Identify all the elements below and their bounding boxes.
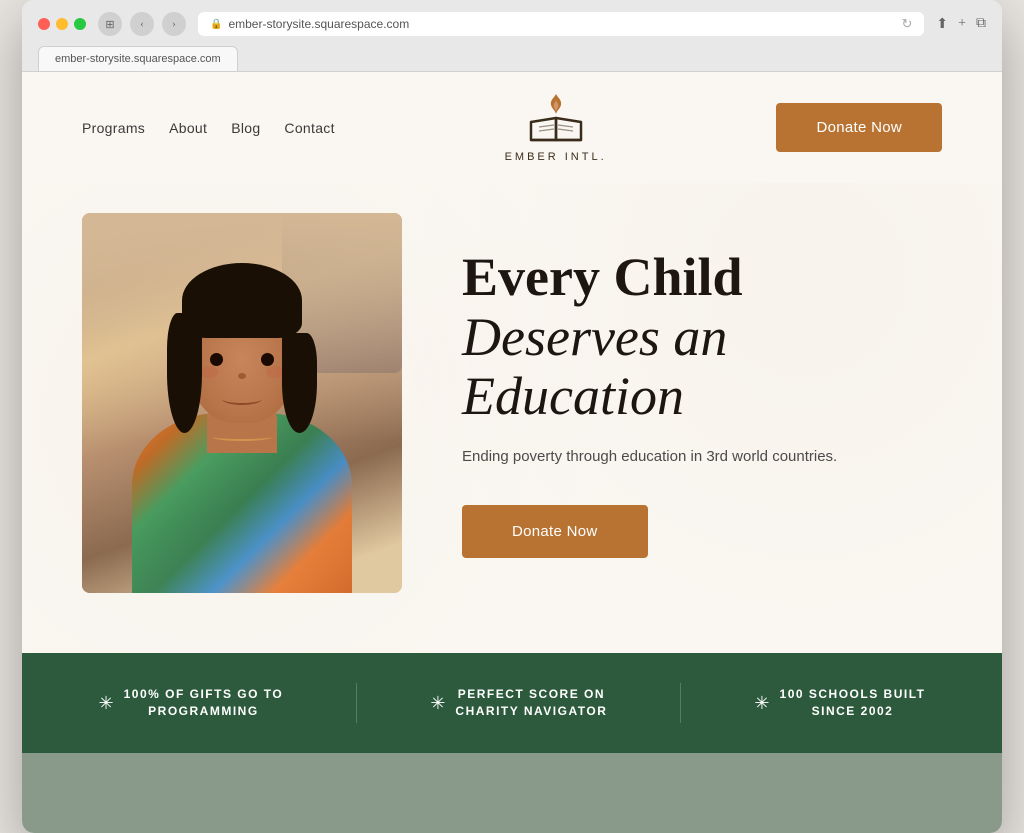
lock-icon: 🔒 xyxy=(210,19,222,30)
browser-chrome: ⊞ ‹ › 🔒 ember-storysite.squarespace.com … xyxy=(22,0,1002,72)
stat-icon-1: ✳ xyxy=(430,693,445,714)
maximize-dot[interactable] xyxy=(74,18,86,30)
reload-icon[interactable]: ↻ xyxy=(901,16,912,32)
minimize-dot[interactable] xyxy=(56,18,68,30)
header-donate-button[interactable]: Donate Now xyxy=(776,103,942,152)
hero-title-line2: Deserves an xyxy=(462,307,727,367)
stat-divider-2 xyxy=(680,683,681,723)
nav-about[interactable]: About xyxy=(169,120,207,136)
stat-text-0: 100% OF GIFTS GO TOPROGRAMMING xyxy=(124,686,284,720)
tab-bar: ember-storysite.squarespace.com xyxy=(38,46,986,71)
browser-actions: ⬆ + ⧉ xyxy=(936,16,986,33)
browser-window: ⊞ ‹ › 🔒 ember-storysite.squarespace.com … xyxy=(22,0,1002,833)
website-content: Programs About Blog Contact xyxy=(22,72,1002,833)
url-text: ember-storysite.squarespace.com xyxy=(228,17,409,31)
stat-item-2: ✳ 100 SCHOOLS BUILTSINCE 2002 xyxy=(754,686,925,720)
nav-blog[interactable]: Blog xyxy=(231,120,260,136)
stats-bar: ✳ 100% OF GIFTS GO TOPROGRAMMING ✳ PERFE… xyxy=(22,653,1002,753)
close-dot[interactable] xyxy=(38,18,50,30)
logo-text: EMBER INTL. xyxy=(505,151,607,163)
site-footer-preview xyxy=(22,753,1002,833)
browser-dots xyxy=(38,18,86,30)
address-bar[interactable]: 🔒 ember-storysite.squarespace.com ↻ xyxy=(198,12,924,36)
back-button[interactable]: ‹ xyxy=(130,12,154,36)
stat-text-1: PERFECT SCORE ONCHARITY NAVIGATOR xyxy=(455,686,607,720)
hero-title-line1: Every Child xyxy=(462,247,743,307)
hero-subtitle: Ending poverty through education in 3rd … xyxy=(462,446,942,469)
site-header: Programs About Blog Contact xyxy=(22,72,1002,183)
active-tab[interactable]: ember-storysite.squarespace.com xyxy=(38,46,238,71)
new-tab-icon[interactable]: + xyxy=(958,16,966,32)
stat-icon-0: ✳ xyxy=(99,693,114,714)
stat-divider-1 xyxy=(356,683,357,723)
sidebar-toggle-button[interactable]: ⊞ xyxy=(98,12,122,36)
logo-icon xyxy=(521,92,591,147)
hero-section: Every Child Deserves an Education Ending… xyxy=(22,183,1002,653)
nav-programs[interactable]: Programs xyxy=(82,120,145,136)
nav-contact[interactable]: Contact xyxy=(284,120,334,136)
browser-nav-buttons: ⊞ ‹ › xyxy=(98,12,186,36)
forward-button[interactable]: › xyxy=(162,12,186,36)
hero-title: Every Child Deserves an Education xyxy=(462,248,942,426)
hero-donate-button[interactable]: Donate Now xyxy=(462,505,648,558)
tabs-icon[interactable]: ⧉ xyxy=(976,16,986,32)
stat-icon-2: ✳ xyxy=(754,693,769,714)
hero-content: Every Child Deserves an Education Ending… xyxy=(462,248,942,558)
share-icon[interactable]: ⬆ xyxy=(936,16,948,33)
site-nav: Programs About Blog Contact xyxy=(82,120,335,136)
stat-item-1: ✳ PERFECT SCORE ONCHARITY NAVIGATOR xyxy=(430,686,607,720)
hero-image xyxy=(82,213,402,593)
stat-text-2: 100 SCHOOLS BUILTSINCE 2002 xyxy=(780,686,926,720)
stat-item-0: ✳ 100% OF GIFTS GO TOPROGRAMMING xyxy=(99,686,284,720)
site-logo: EMBER INTL. xyxy=(505,92,607,163)
hero-title-line3: Education xyxy=(462,366,684,426)
